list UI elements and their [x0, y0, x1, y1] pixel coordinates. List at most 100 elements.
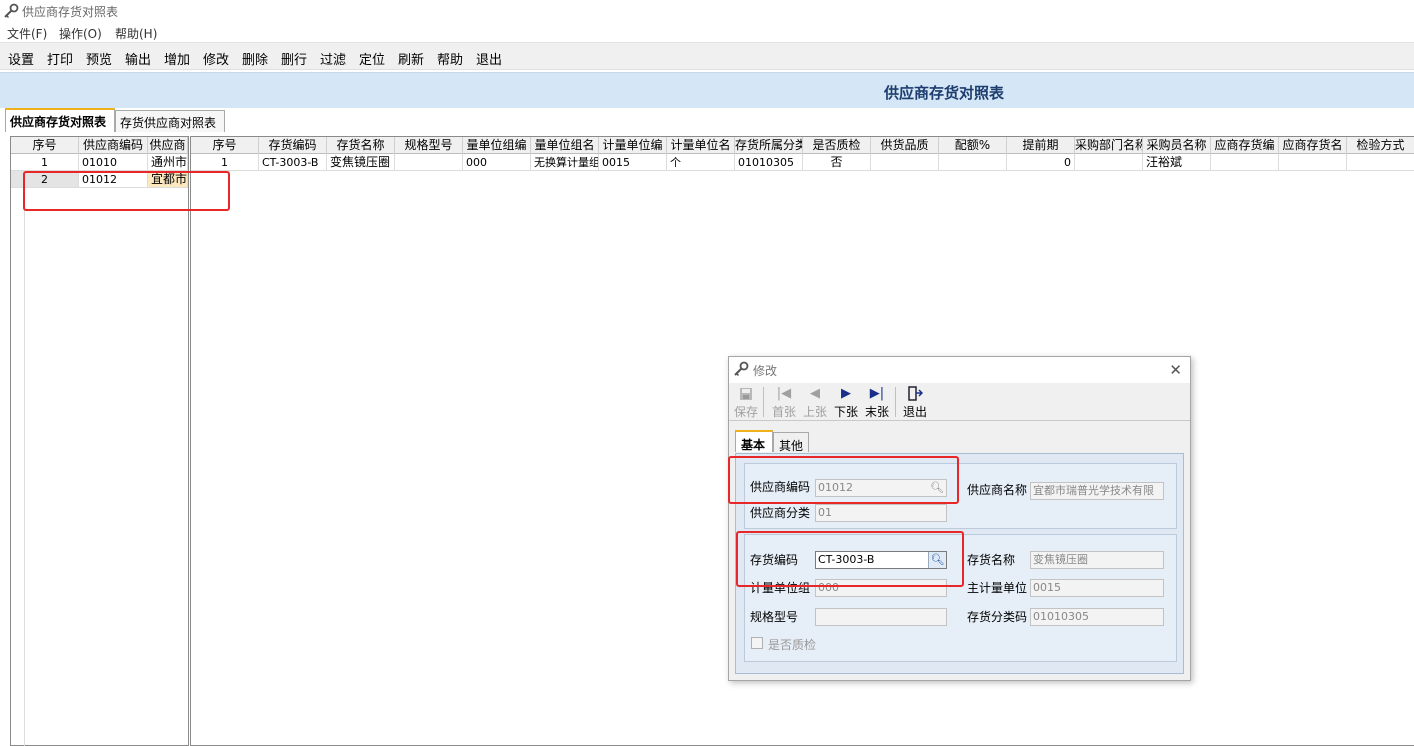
table-cell: 0015 [599, 154, 667, 171]
table-cell: 通州市 [148, 154, 188, 171]
table-cell: CT-3003-B [259, 154, 327, 171]
table-cell [871, 154, 939, 171]
edit-dialog[interactable]: 修改 ✕ 保存 |◀ 首张 ◀ 上张 ▶ 下张 ▶| 末张 退出 基本 其他 供… [728, 356, 1191, 681]
save-button[interactable]: 保存 [731, 385, 761, 420]
edit-button[interactable]: 修改 [203, 49, 229, 68]
supplier-name-field: 宜都市瑞普光学技术有限 [1030, 482, 1164, 500]
menu-file[interactable]: 文件(F) [7, 25, 47, 42]
header-cell[interactable]: 计量单位编 [599, 137, 667, 154]
header-cell[interactable]: 供货品质 [871, 137, 939, 154]
page-banner: 供应商存货对照表 [0, 72, 1414, 108]
header-cell[interactable]: 存货编码 [259, 137, 327, 154]
inventory-grid-header: 序号 存货编码 存货名称 规格型号 量单位组编 量单位组名 计量单位编 计量单位名 存货所属分类… [191, 137, 1414, 154]
table-cell [1211, 154, 1279, 171]
header-cell[interactable]: 供应商编码 [79, 137, 148, 154]
header-cell[interactable]: 应商存货名 [1279, 137, 1347, 154]
page-title: 供应商存货对照表 [884, 84, 1005, 102]
table-cell: 否 [803, 154, 871, 171]
filter-button[interactable]: 过滤 [320, 49, 346, 68]
inventory-name-field: 变焦镜压圈 [1030, 551, 1164, 569]
header-cell[interactable]: 提前期 [1007, 137, 1075, 154]
key-icon [734, 361, 749, 377]
dialog-toolbar: 保存 |◀ 首张 ◀ 上张 ▶ 下张 ▶| 末张 退出 [729, 383, 1190, 421]
inventory-class-field: 01010305 [1030, 608, 1164, 626]
table-row[interactable]: 1 01010 通州市 [11, 154, 188, 171]
exit-button[interactable]: 退出 [476, 49, 502, 68]
table-cell [1347, 154, 1414, 171]
preview-button[interactable]: 预览 [86, 49, 112, 68]
table-cell: 01010305 [735, 154, 803, 171]
locate-button[interactable]: 定位 [359, 49, 385, 68]
header-cell[interactable]: 序号 [11, 137, 79, 154]
first-button[interactable]: |◀ 首张 [769, 385, 799, 420]
toolbar-separator [895, 387, 896, 417]
supplier-class-field: 01 [815, 504, 947, 522]
header-cell[interactable]: 规格型号 [395, 137, 463, 154]
header-cell[interactable]: 检验方式 [1347, 137, 1414, 154]
add-button[interactable]: 增加 [164, 49, 190, 68]
table-cell [395, 154, 463, 171]
inventory-class-label: 存货分类码 [967, 610, 1028, 624]
supplier-grid-header: 序号 供应商编码 供应商 [11, 137, 188, 154]
grid-line [24, 188, 25, 746]
dialog-exit-button[interactable]: 退出 [900, 385, 930, 420]
delete-button[interactable]: 删除 [242, 49, 268, 68]
key-icon [4, 3, 19, 19]
spec-label: 规格型号 [750, 610, 799, 624]
quality-check-checkbox[interactable] [751, 637, 763, 649]
prev-record-icon: ◀ [810, 386, 820, 401]
export-button[interactable]: 输出 [125, 49, 151, 68]
close-icon[interactable]: ✕ [1169, 361, 1182, 379]
tab-strip: 供应商存货对照表 存货供应商对照表 [0, 108, 1414, 132]
header-cell[interactable]: 序号 [191, 137, 259, 154]
tab-supplier-inventory[interactable]: 供应商存货对照表 [5, 108, 115, 132]
dialog-tab-other[interactable]: 其他 [773, 432, 809, 453]
toolbar: 设置 打印 预览 输出 增加 修改 删除 删行 过滤 定位 刷新 帮助 退出 [0, 42, 1414, 70]
table-cell [939, 154, 1007, 171]
save-label: 保存 [733, 405, 758, 419]
menu-bar: 文件(F) 操作(O) 帮助(H) [0, 22, 1414, 42]
header-cell[interactable]: 量单位组名 [531, 137, 599, 154]
header-cell[interactable]: 供应商 [148, 137, 188, 154]
table-cell: 汪裕斌 [1143, 154, 1211, 171]
table-cell: 000 [463, 154, 531, 171]
supplier-name-label: 供应商名称 [967, 483, 1028, 497]
toolbar-separator [763, 387, 764, 417]
refresh-button[interactable]: 刷新 [398, 49, 424, 68]
header-cell[interactable]: 配额% [939, 137, 1007, 154]
header-cell[interactable]: 采购部门名称 [1075, 137, 1143, 154]
last-button[interactable]: ▶| 末张 [862, 385, 892, 420]
next-label: 下张 [833, 405, 858, 419]
dialog-title-bar[interactable]: 修改 ✕ [729, 357, 1190, 383]
next-button[interactable]: ▶ 下张 [831, 385, 861, 420]
table-cell: 0 [1007, 154, 1075, 171]
main-unit-label: 主计量单位 [967, 581, 1028, 595]
last-record-icon: ▶| [869, 386, 885, 401]
title-bar: 供应商存货对照表 [0, 0, 1414, 22]
delete-row-button[interactable]: 删行 [281, 49, 307, 68]
help-button[interactable]: 帮助 [437, 49, 463, 68]
dialog-tab-basic[interactable]: 基本 [735, 430, 773, 452]
settings-button[interactable]: 设置 [8, 49, 34, 68]
main-unit-field: 0015 [1030, 579, 1164, 597]
first-record-icon: |◀ [776, 386, 792, 401]
header-cell[interactable]: 是否质检 [803, 137, 871, 154]
header-cell[interactable]: 应商存货编 [1211, 137, 1279, 154]
print-button[interactable]: 打印 [47, 49, 73, 68]
last-label: 末张 [864, 405, 889, 419]
tab-inventory-supplier[interactable]: 存货供应商对照表 [115, 110, 225, 132]
table-row[interactable]: 1 CT-3003-B 变焦镜压圈 000 无换算计量组 0015 个 01010305 否 0 汪… [191, 154, 1414, 171]
header-cell[interactable]: 存货名称 [327, 137, 395, 154]
header-cell[interactable]: 存货所属分类 [735, 137, 803, 154]
dialog-title: 修改 [753, 364, 778, 378]
table-cell: 1 [191, 154, 259, 171]
header-cell[interactable]: 计量单位名 [667, 137, 735, 154]
exit-door-icon [900, 385, 930, 403]
prev-button[interactable]: ◀ 上张 [800, 385, 830, 420]
menu-operate[interactable]: 操作(O) [59, 25, 102, 42]
supplier-grid[interactable]: 序号 供应商编码 供应商 1 01010 通州市 2 01012 宜都市 [10, 136, 189, 746]
header-cell[interactable]: 采购员名称 [1143, 137, 1211, 154]
menu-help[interactable]: 帮助(H) [115, 25, 157, 42]
supplier-class-label: 供应商分类 [750, 506, 811, 520]
header-cell[interactable]: 量单位组编 [463, 137, 531, 154]
